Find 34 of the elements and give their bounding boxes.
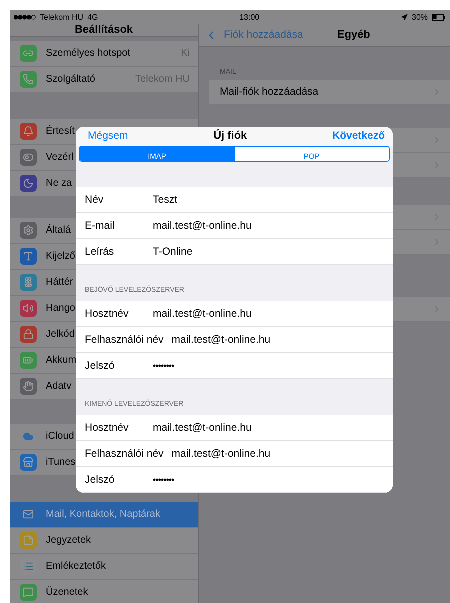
item-label: Emlékeztetők bbox=[46, 561, 106, 572]
item-label: Akkum bbox=[46, 355, 77, 366]
network-type: 4G bbox=[88, 12, 98, 22]
item-label: Vezérl bbox=[46, 152, 74, 163]
item-label: Hango bbox=[46, 303, 76, 314]
item-label: Kijelző bbox=[46, 251, 76, 262]
item-label: Szolgáltató bbox=[46, 74, 96, 85]
field-label: Hosztnév bbox=[85, 308, 130, 320]
field-label: E-mail bbox=[85, 220, 116, 232]
item-label: Háttér bbox=[46, 277, 74, 288]
item-label: Ne za bbox=[46, 178, 72, 189]
status-time: 13:00 bbox=[240, 12, 260, 22]
dialog-title: Új fiók bbox=[214, 130, 248, 142]
item-label: Üzenetek bbox=[46, 587, 88, 598]
field-label: Hosztnév bbox=[85, 422, 130, 434]
item-label: Értesít bbox=[46, 126, 75, 137]
field-label: Felhasználói név bbox=[85, 334, 164, 346]
battery-percent: 30% bbox=[412, 12, 428, 22]
field-label: Jelszó bbox=[85, 474, 116, 486]
field-label: Leírás bbox=[85, 246, 116, 258]
field-label: Felhasználói név bbox=[85, 448, 164, 460]
item-label: Adatv bbox=[46, 381, 72, 392]
field-label: Jelszó bbox=[85, 360, 116, 372]
page-title: Egyéb bbox=[337, 29, 370, 41]
field-label: Név bbox=[85, 194, 105, 206]
item-label: iCloud bbox=[46, 431, 74, 442]
item-label: Személyes hotspot bbox=[46, 48, 130, 59]
sidebar-title: Beállítások bbox=[74, 24, 134, 36]
item-label: Jegyzetek bbox=[46, 535, 92, 546]
item-label: Mail, Kontaktok, Naptárak bbox=[46, 509, 160, 520]
item-label: Általá bbox=[46, 225, 72, 236]
item-label: Jelkód bbox=[46, 329, 75, 340]
item-label: iTunes bbox=[46, 457, 76, 468]
carrier-name: Telekom HU bbox=[40, 12, 84, 22]
